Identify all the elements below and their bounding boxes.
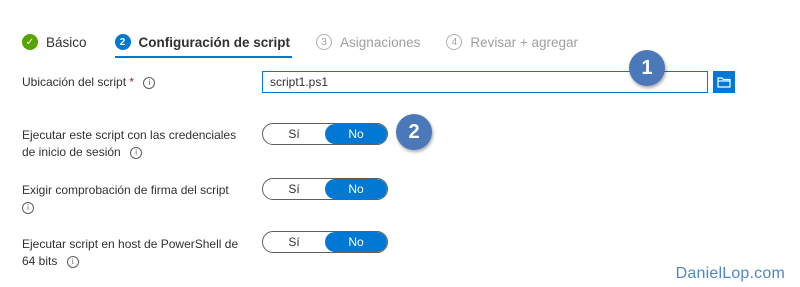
run-64bit-label-line2-row: 64 bits i xyxy=(22,253,238,270)
enforce-signature-label: Exigir comprobación de firma del script xyxy=(22,183,229,197)
toggle-option-no[interactable]: No xyxy=(325,124,387,144)
required-marker: * xyxy=(129,75,135,89)
step-label: Revisar + agregar xyxy=(470,34,579,50)
info-icon[interactable]: i xyxy=(66,255,79,268)
info-icon[interactable]: i xyxy=(143,76,156,89)
info-icon[interactable]: i xyxy=(22,201,34,214)
toggle-option-no[interactable]: No xyxy=(325,232,387,252)
checkmark-icon: ✓ xyxy=(22,34,38,50)
step-number-badge: 2 xyxy=(114,34,131,50)
wizard-steps: ✓ Básico 2 Configuración de script 3 Asi… xyxy=(22,31,578,58)
toggle-option-yes[interactable]: Sí xyxy=(263,124,325,144)
step-label: Configuración de script xyxy=(138,34,291,50)
toggle-option-no[interactable]: No xyxy=(325,179,387,199)
run-64bit-label-line1: Ejecutar script en host de PowerShell de xyxy=(22,237,239,251)
run-as-signed-in-label-line2-row: de inicio de sesión i xyxy=(22,144,236,161)
toggle-option-yes[interactable]: Sí xyxy=(263,179,325,199)
watermark: DanielLop.com xyxy=(675,265,785,282)
step-revisar-agregar[interactable]: 4 Revisar + agregar xyxy=(446,34,578,50)
run-64bit-label-line2: 64 bits xyxy=(22,254,58,268)
step-label: Básico xyxy=(46,34,87,50)
step-label: Asignaciones xyxy=(340,34,421,50)
run-64bit-label-block: Ejecutar script en host de PowerShell de… xyxy=(22,236,238,270)
enforce-signature-toggle[interactable]: Sí No xyxy=(262,178,388,200)
script-location-label-row: Ubicación del script * i xyxy=(22,74,156,91)
script-location-label: Ubicación del script xyxy=(22,75,127,89)
run-as-signed-in-label-line2: de inicio de sesión xyxy=(22,145,121,159)
run-as-signed-in-label-line1: Ejecutar este script con las credenciale… xyxy=(22,128,237,142)
step-number-badge: 3 xyxy=(316,34,333,50)
step-number-badge: 4 xyxy=(446,34,463,50)
info-icon[interactable]: i xyxy=(130,146,143,159)
enforce-signature-info-row: i xyxy=(16,199,229,216)
enforce-signature-label-block: Exigir comprobación de firma del script … xyxy=(22,182,229,216)
run-as-signed-in-label-block: Ejecutar este script con las credenciale… xyxy=(22,127,236,161)
step-basico[interactable]: ✓ Básico xyxy=(22,34,87,50)
folder-icon xyxy=(717,77,731,88)
callout-badge-1: 1 xyxy=(629,50,665,86)
toggle-option-yes[interactable]: Sí xyxy=(263,232,325,252)
step-configuracion-script[interactable]: 2 Configuración de script xyxy=(114,34,292,58)
browse-file-button[interactable] xyxy=(713,71,735,93)
step-asignaciones[interactable]: 3 Asignaciones xyxy=(316,34,420,50)
run-as-signed-in-toggle[interactable]: Sí No xyxy=(262,123,388,145)
run-64bit-toggle[interactable]: Sí No xyxy=(262,231,388,253)
callout-badge-2: 2 xyxy=(396,114,432,150)
